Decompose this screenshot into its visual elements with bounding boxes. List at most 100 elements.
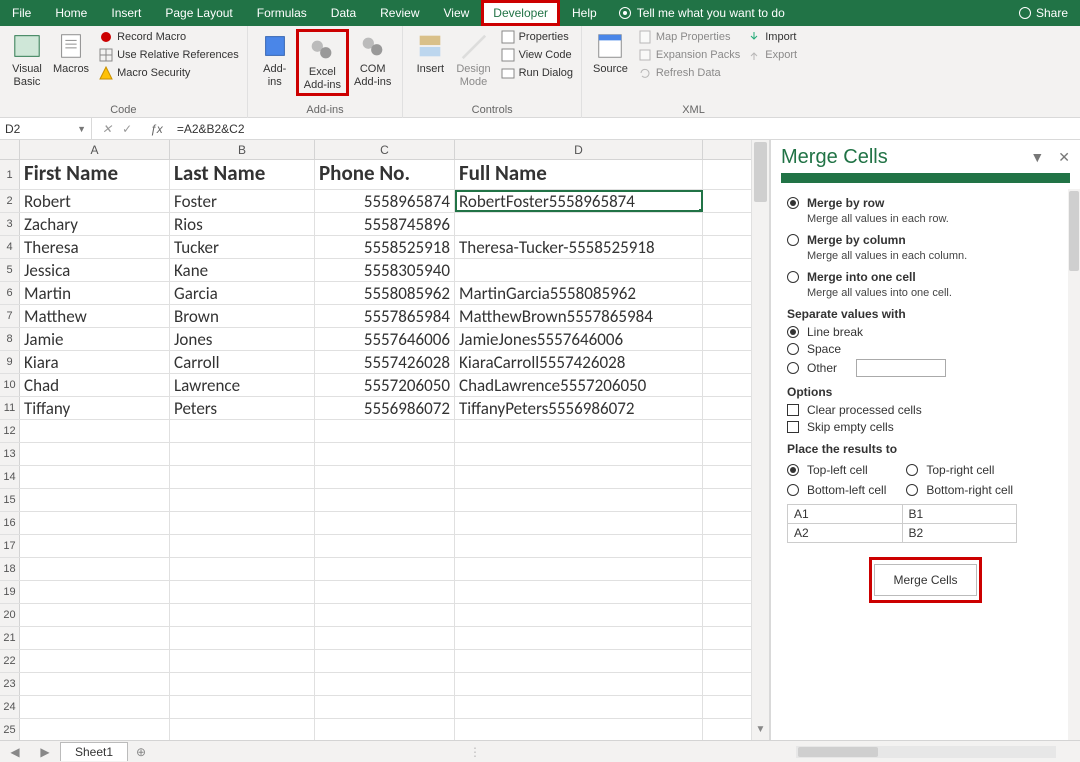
result-cell[interactable]: A1 — [788, 505, 903, 524]
confirm-icon[interactable]: ✓ — [122, 122, 132, 136]
tell-me[interactable]: Tell me what you want to do — [609, 1, 795, 25]
cell[interactable] — [455, 650, 703, 672]
cell[interactable]: First Name — [20, 160, 170, 189]
cell[interactable] — [455, 558, 703, 580]
record-macro-button[interactable]: Record Macro — [97, 29, 241, 45]
add-sheet-button[interactable]: ⊕ — [128, 743, 154, 761]
cell[interactable]: KiaraCarroll5557426028 — [455, 351, 703, 373]
cell[interactable]: 5558305940 — [315, 259, 455, 281]
excel-addins-button[interactable]: Excel Add-ins — [296, 29, 349, 96]
cell[interactable]: Carroll — [170, 351, 315, 373]
cell[interactable] — [315, 420, 455, 442]
cell[interactable] — [20, 696, 170, 718]
menu-tab-insert[interactable]: Insert — [99, 0, 153, 26]
result-cell[interactable]: B1 — [902, 505, 1017, 524]
cell[interactable] — [20, 558, 170, 580]
cell[interactable] — [455, 213, 703, 235]
horizontal-scrollbar[interactable] — [796, 746, 1056, 758]
skip-empty-checkbox[interactable]: Skip empty cells — [787, 420, 1064, 434]
vertical-scrollbar[interactable]: ▲ ▼ — [751, 140, 769, 740]
formula-input[interactable]: =A2&B2&C2 — [171, 122, 1080, 136]
macro-security-button[interactable]: Macro Security — [97, 65, 241, 81]
cell[interactable] — [315, 443, 455, 465]
cell[interactable] — [20, 604, 170, 626]
menu-tab-home[interactable]: Home — [43, 0, 99, 26]
export-button[interactable]: Export — [745, 47, 799, 63]
cell[interactable] — [455, 535, 703, 557]
cell[interactable] — [20, 420, 170, 442]
cell[interactable] — [170, 673, 315, 695]
select-all-corner[interactable] — [0, 140, 20, 159]
task-pane-menu-icon[interactable]: ▼ — [1030, 149, 1044, 166]
row-number[interactable]: 14 — [0, 466, 20, 488]
cell[interactable] — [315, 604, 455, 626]
cell[interactable] — [20, 650, 170, 672]
cell[interactable] — [315, 650, 455, 672]
cell[interactable] — [315, 558, 455, 580]
row-number[interactable]: 15 — [0, 489, 20, 511]
menu-tab-review[interactable]: Review — [368, 0, 431, 26]
cell[interactable] — [455, 420, 703, 442]
sep-other-radio[interactable]: Other — [787, 359, 1064, 377]
map-properties-button[interactable]: Map Properties — [636, 29, 742, 45]
cell[interactable] — [455, 719, 703, 740]
cell[interactable]: Zachary — [20, 213, 170, 235]
column-header[interactable]: A — [20, 140, 170, 159]
sep-space-radio[interactable]: Space — [787, 342, 1064, 356]
row-number[interactable]: 5 — [0, 259, 20, 281]
com-addins-button[interactable]: COM Add-ins — [349, 29, 396, 90]
cell[interactable] — [170, 558, 315, 580]
row-number[interactable]: 18 — [0, 558, 20, 580]
cancel-icon[interactable]: ✕ — [102, 122, 112, 136]
cell[interactable] — [315, 512, 455, 534]
cell[interactable] — [315, 627, 455, 649]
cell[interactable]: Robert — [20, 190, 170, 212]
share-button[interactable]: Share — [1007, 1, 1080, 25]
import-button[interactable]: Import — [745, 29, 799, 45]
cell[interactable] — [315, 535, 455, 557]
cell[interactable]: TiffanyPeters5556986072 — [455, 397, 703, 419]
cell[interactable] — [315, 673, 455, 695]
row-number[interactable]: 19 — [0, 581, 20, 603]
insert-control-button[interactable]: Insert — [409, 29, 451, 78]
cell[interactable] — [170, 581, 315, 603]
row-number[interactable]: 16 — [0, 512, 20, 534]
cell[interactable]: 5556986072 — [315, 397, 455, 419]
cell[interactable]: Last Name — [170, 160, 315, 189]
run-dialog-button[interactable]: Run Dialog — [499, 65, 575, 81]
row-number[interactable]: 12 — [0, 420, 20, 442]
cell[interactable]: Rios — [170, 213, 315, 235]
menu-tab-developer[interactable]: Developer — [481, 0, 560, 26]
cell[interactable] — [455, 673, 703, 695]
cell[interactable] — [455, 489, 703, 511]
row-number[interactable]: 11 — [0, 397, 20, 419]
cell[interactable]: Kane — [170, 259, 315, 281]
row-number[interactable]: 17 — [0, 535, 20, 557]
cell[interactable] — [20, 512, 170, 534]
menu-tab-file[interactable]: File — [0, 0, 43, 26]
cell[interactable] — [455, 627, 703, 649]
row-number[interactable]: 25 — [0, 719, 20, 740]
properties-button[interactable]: Properties — [499, 29, 575, 45]
row-number[interactable]: 8 — [0, 328, 20, 350]
row-number[interactable]: 20 — [0, 604, 20, 626]
cell[interactable] — [170, 627, 315, 649]
merge-by-row-radio[interactable]: Merge by row — [787, 196, 1064, 210]
clear-processed-checkbox[interactable]: Clear processed cells — [787, 403, 1064, 417]
place-bl-radio[interactable]: Bottom-left cell — [787, 483, 886, 497]
column-header[interactable]: D — [455, 140, 703, 159]
cell[interactable]: Peters — [170, 397, 315, 419]
cell[interactable]: MatthewBrown5557865984 — [455, 305, 703, 327]
sheet-nav-prev-icon[interactable]: ◀ — [10, 745, 19, 759]
cell[interactable] — [20, 443, 170, 465]
task-pane-scrollbar[interactable] — [1068, 189, 1080, 740]
cell[interactable] — [170, 719, 315, 740]
cell[interactable] — [170, 650, 315, 672]
menu-tab-view[interactable]: View — [432, 0, 482, 26]
cell[interactable]: 5557646006 — [315, 328, 455, 350]
cell[interactable]: 5557865984 — [315, 305, 455, 327]
cell[interactable]: 5558745896 — [315, 213, 455, 235]
row-number[interactable]: 24 — [0, 696, 20, 718]
cell[interactable]: Brown — [170, 305, 315, 327]
cell[interactable]: 5557426028 — [315, 351, 455, 373]
